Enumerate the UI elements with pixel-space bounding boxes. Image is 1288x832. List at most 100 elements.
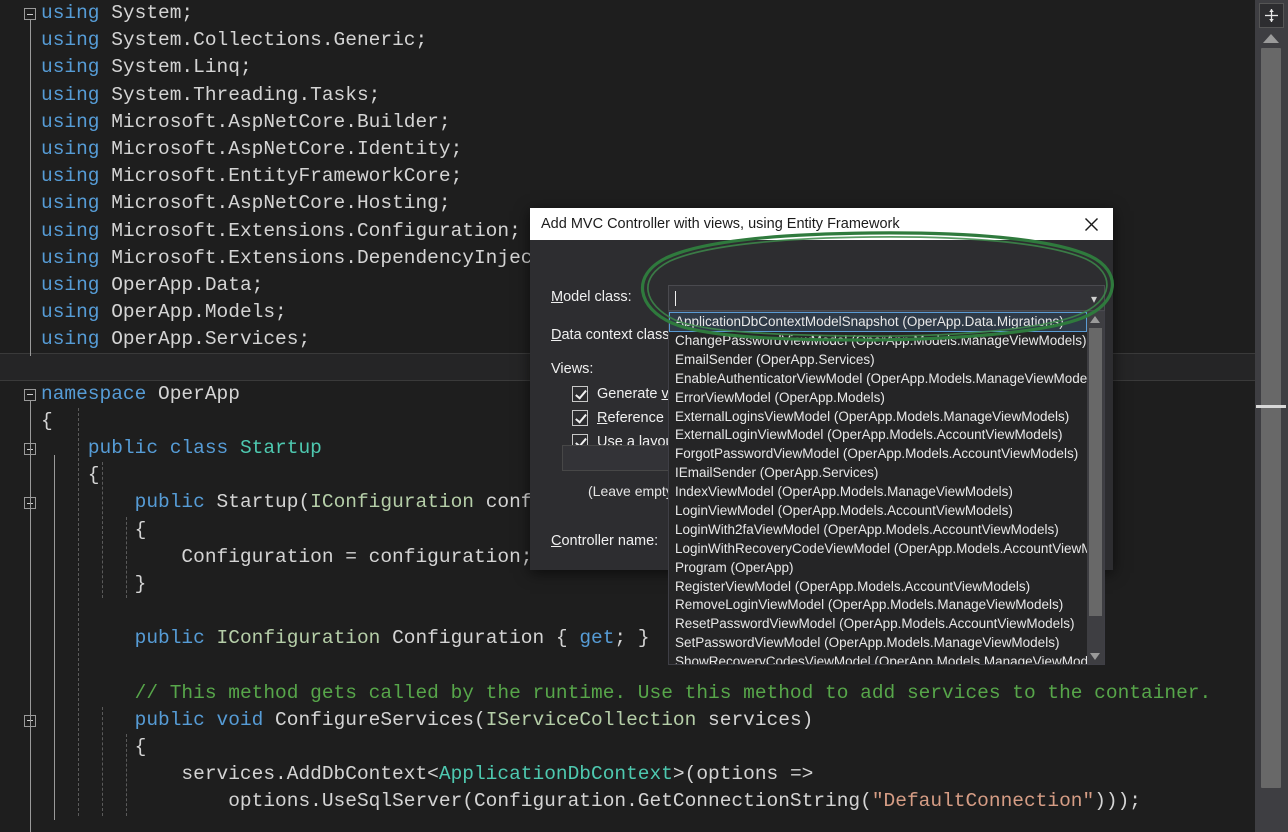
scrollbar-position-marker [1256, 405, 1286, 408]
code-token: { [41, 464, 100, 487]
code-token: IServiceCollection [485, 708, 697, 731]
close-icon[interactable] [1069, 208, 1113, 240]
code-token: public class [87, 437, 229, 459]
code-token: namespace [41, 382, 147, 405]
code-token: Startup( [204, 491, 311, 514]
scroll-down-arrow-icon[interactable] [1090, 653, 1100, 660]
generate-views-checkbox[interactable] [572, 386, 588, 402]
dropdown-scrollbar-thumb[interactable] [1089, 328, 1102, 616]
code-token: using [41, 2, 100, 24]
indent-guide [126, 734, 127, 816]
code-token: IConfiguration [216, 627, 381, 650]
code-token: Microsoft.AspNetCore.Hosting; [99, 192, 451, 215]
code-token: IConfiguration [310, 491, 474, 514]
code-token: using [41, 29, 100, 52]
model-class-combobox[interactable]: ▾ [668, 285, 1105, 311]
dialog-title: Add MVC Controller with views, using Ent… [541, 216, 900, 232]
code-token: using [41, 83, 100, 106]
code-token: System.Threading.Tasks; [99, 83, 381, 106]
dropdown-item[interactable]: ShowRecoveryCodesViewModel (OperApp.Mode… [669, 653, 1087, 664]
scroll-up-arrow-icon[interactable] [1090, 316, 1100, 323]
code-token: Configuration = configuration; [41, 545, 533, 568]
code-token: Configuration { [380, 627, 580, 650]
scroll-up-arrow-icon[interactable] [1263, 34, 1279, 43]
code-line: using Microsoft.AspNetCore.Builder; [0, 109, 1255, 136]
dropdown-item[interactable]: LoginWithRecoveryCodeViewModel (OperApp.… [669, 540, 1087, 559]
dropdown-item[interactable]: ApplicationDbContextModelSnapshot (OperA… [669, 312, 1087, 332]
code-token: System; [99, 2, 194, 24]
code-token: OperApp.Services; [99, 328, 311, 351]
code-line: // This method gets called by the runtim… [0, 680, 1255, 707]
code-line: options.UseSqlServer(Configuration.GetCo… [0, 788, 1255, 815]
code-fold-toggle-icon[interactable] [24, 8, 36, 20]
code-token: ApplicationDbContext [438, 763, 673, 786]
code-token: public [134, 627, 205, 650]
dropdown-item[interactable]: SetPasswordViewModel (OperApp.Models.Man… [669, 634, 1087, 653]
code-token: Microsoft.AspNetCore.Identity; [99, 137, 463, 160]
code-fold-toggle-icon[interactable] [24, 388, 36, 401]
scrollbar-thumb[interactable] [1261, 48, 1281, 788]
dialog-titlebar[interactable]: Add MVC Controller with views, using Ent… [530, 208, 1113, 240]
add-mvc-controller-dialog[interactable]: Add MVC Controller with views, using Ent… [530, 208, 1113, 665]
dropdown-item[interactable]: EmailSender (OperApp.Services) [669, 351, 1087, 370]
chevron-down-icon[interactable]: ▾ [1091, 293, 1097, 305]
dialog-body: Model class: Data context class: Views: … [530, 240, 1113, 665]
dropdown-item[interactable]: RemoveLoginViewModel (OperApp.Models.Man… [669, 596, 1087, 615]
code-line: services.AddDbContext<ApplicationDbConte… [0, 761, 1255, 788]
editor-vertical-scrollbar[interactable] [1255, 0, 1288, 832]
dropdown-item[interactable]: IndexViewModel (OperApp.Models.ManageVie… [669, 483, 1087, 502]
code-token: >(options => [672, 763, 814, 786]
dropdown-item[interactable]: ForgotPasswordViewModel (OperApp.Models.… [669, 445, 1087, 464]
code-token: Microsoft.EntityFrameworkCore; [99, 165, 463, 188]
data-context-class-label: Data context class: [551, 327, 674, 343]
dropdown-item[interactable]: ResetPasswordViewModel (OperApp.Models.A… [669, 615, 1087, 634]
dropdown-item[interactable]: ExternalLoginsViewModel (OperApp.Models.… [669, 408, 1087, 427]
code-token: services.AddDbContext< [41, 763, 439, 786]
code-token: Microsoft.AspNetCore.Builder; [99, 110, 451, 133]
dropdown-item[interactable]: LoginViewModel (OperApp.Models.AccountVi… [669, 502, 1087, 521]
dropdown-item[interactable]: IEmailSender (OperApp.Services) [669, 464, 1087, 483]
dropdown-item[interactable]: LoginWith2faViewModel (OperApp.Models.Ac… [669, 521, 1087, 540]
code-line: using System.Threading.Tasks; [0, 82, 1255, 109]
dropdown-item[interactable]: ErrorViewModel (OperApp.Models) [669, 389, 1087, 408]
code-line: using System; [0, 0, 1255, 27]
dropdown-item[interactable]: RegisterViewModel (OperApp.Models.Accoun… [669, 578, 1087, 597]
code-token: using [41, 192, 100, 215]
views-label: Views: [551, 361, 594, 377]
code-token: "DefaultConnection" [871, 790, 1095, 813]
reference-script-libraries-checkbox[interactable] [572, 410, 588, 426]
model-class-dropdown-list[interactable]: ApplicationDbContextModelSnapshot (OperA… [668, 311, 1105, 665]
code-token: options.UseSqlServer(Configuration.GetCo… [41, 790, 872, 813]
code-token: public void [134, 708, 264, 731]
code-token: using [41, 328, 100, 351]
outlining-vertical-line [30, 20, 31, 356]
dropdown-item[interactable]: EnableAuthenticatorViewModel (OperApp.Mo… [669, 370, 1087, 389]
dropdown-item[interactable]: ChangePasswordViewModel (OperApp.Models.… [669, 332, 1087, 351]
code-token: get [579, 627, 615, 650]
text-caret [675, 290, 676, 306]
code-token: Startup [239, 437, 322, 459]
controller-name-label: Controller name: [551, 533, 659, 549]
code-token: System.Collections.Generic; [99, 29, 428, 52]
dropdown-item[interactable]: ExternalLoginViewModel (OperApp.Models.A… [669, 426, 1087, 445]
dropdown-items[interactable]: ApplicationDbContextModelSnapshot (OperA… [669, 312, 1087, 664]
outlining-vertical-line [30, 400, 31, 832]
dropdown-scrollbar[interactable] [1087, 312, 1104, 664]
code-token: // This method gets called by the runtim… [134, 681, 1212, 704]
dropdown-item[interactable]: Program (OperApp) [669, 559, 1087, 578]
code-token: using [41, 246, 100, 269]
code-token: services) [696, 708, 814, 731]
code-token: using [41, 219, 100, 242]
code-token: OperApp [146, 382, 240, 405]
code-token: ; } [614, 627, 650, 650]
split-view-icon[interactable] [1259, 3, 1284, 28]
model-class-label: Model class: [551, 289, 632, 305]
code-token: using [41, 56, 100, 79]
indent-guide [126, 516, 127, 599]
